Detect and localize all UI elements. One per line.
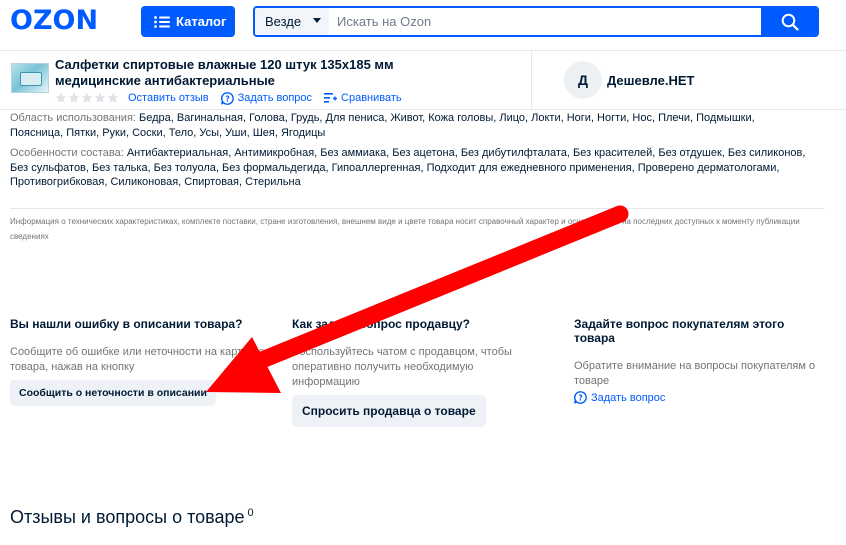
ask-question-label: Задать вопрос xyxy=(237,92,313,104)
info-disclaimer: Информация о технических характеристиках… xyxy=(10,208,825,244)
spec-composition-value: Антибактериальная, Антимикробная, Без ам… xyxy=(10,147,806,188)
compare-list-icon xyxy=(324,93,338,103)
search-bar: Везде xyxy=(253,6,819,37)
chat-question-icon: ? xyxy=(220,91,234,105)
ask-buyers-text: Обратите внимание на вопросы покупателям… xyxy=(574,360,816,387)
search-input[interactable] xyxy=(329,8,761,35)
svg-text:?: ? xyxy=(578,393,582,402)
top-header: OZON Каталог Везде xyxy=(0,0,846,44)
svg-text:?: ? xyxy=(225,94,229,103)
report-inaccuracy-button[interactable]: Сообщить о неточности в описании xyxy=(10,380,216,406)
spec-composition: Особенности состава: Антибактериальная, … xyxy=(10,146,810,190)
leave-review-link[interactable]: Оставить отзыв xyxy=(128,92,209,104)
catalog-label: Каталог xyxy=(176,14,227,29)
reviews-heading: Отзывы и вопросы о товаре 0 xyxy=(10,507,254,528)
reviews-count: 0 xyxy=(247,507,254,519)
report-error-block: Вы нашли ошибку в описании товара? Сообщ… xyxy=(10,317,270,406)
star-icon xyxy=(81,92,93,103)
spec-usage-area: Область использования: Бедра, Вагинальна… xyxy=(10,111,810,140)
ask-question-link[interactable]: ? Задать вопрос xyxy=(220,91,313,105)
star-icon xyxy=(94,92,106,103)
rating-stars[interactable] xyxy=(55,92,120,104)
leave-review-label: Оставить отзыв xyxy=(128,92,209,104)
seller-name-link[interactable]: Дешевле.НЕТ xyxy=(607,73,694,88)
star-icon xyxy=(107,92,119,103)
ask-buyers-title: Задайте вопрос покупателям этого товара xyxy=(574,317,785,345)
report-error-title: Вы нашли ошибку в описании товара? xyxy=(10,317,243,331)
ask-buyers-link[interactable]: ? Задать вопрос xyxy=(574,391,824,404)
ask-seller-button[interactable]: Спросить продавца о товаре xyxy=(292,395,486,427)
product-thumbnail[interactable] xyxy=(11,63,49,93)
search-scope-value: Везде xyxy=(265,14,302,29)
chat-question-icon: ? xyxy=(574,391,587,404)
search-scope-select[interactable]: Везде xyxy=(255,8,329,35)
search-icon xyxy=(781,13,799,31)
ask-seller-title: Как задать вопрос продавцу? xyxy=(292,317,470,331)
menu-list-icon xyxy=(154,15,170,28)
ozon-logo[interactable]: OZON xyxy=(10,5,98,37)
ask-buyers-link-label: Задать вопрос xyxy=(591,391,666,404)
ask-seller-text: Воспользуйтесь чатом с продавцом, чтобы … xyxy=(292,346,512,388)
product-title: Салфетки спиртовые влажные 120 штук 135x… xyxy=(55,57,394,88)
search-button[interactable] xyxy=(761,8,817,35)
star-icon xyxy=(68,92,80,103)
compare-link[interactable]: Сравнивать xyxy=(324,92,402,104)
product-actions-row: Оставить отзыв ? Задать вопрос Сравниват… xyxy=(55,91,414,105)
spec-usage-label: Область использования: xyxy=(10,112,136,124)
product-sticky-bar: Салфетки спиртовые влажные 120 штук 135x… xyxy=(0,50,846,110)
star-icon xyxy=(55,92,67,103)
ask-seller-block: Как задать вопрос продавцу? Воспользуйте… xyxy=(292,317,542,427)
spec-composition-label: Особенности состава: xyxy=(10,147,124,159)
catalog-button[interactable]: Каталог xyxy=(141,6,235,37)
compare-label: Сравнивать xyxy=(341,92,402,104)
seller-avatar[interactable]: Д xyxy=(564,61,602,99)
ask-buyers-block: Задайте вопрос покупателям этого товара … xyxy=(574,317,824,404)
reviews-heading-text: Отзывы и вопросы о товаре xyxy=(10,507,245,527)
report-error-text: Сообщите об ошибке или неточности на кар… xyxy=(10,346,265,373)
chevron-down-icon xyxy=(313,18,321,23)
seller-divider xyxy=(531,51,532,109)
